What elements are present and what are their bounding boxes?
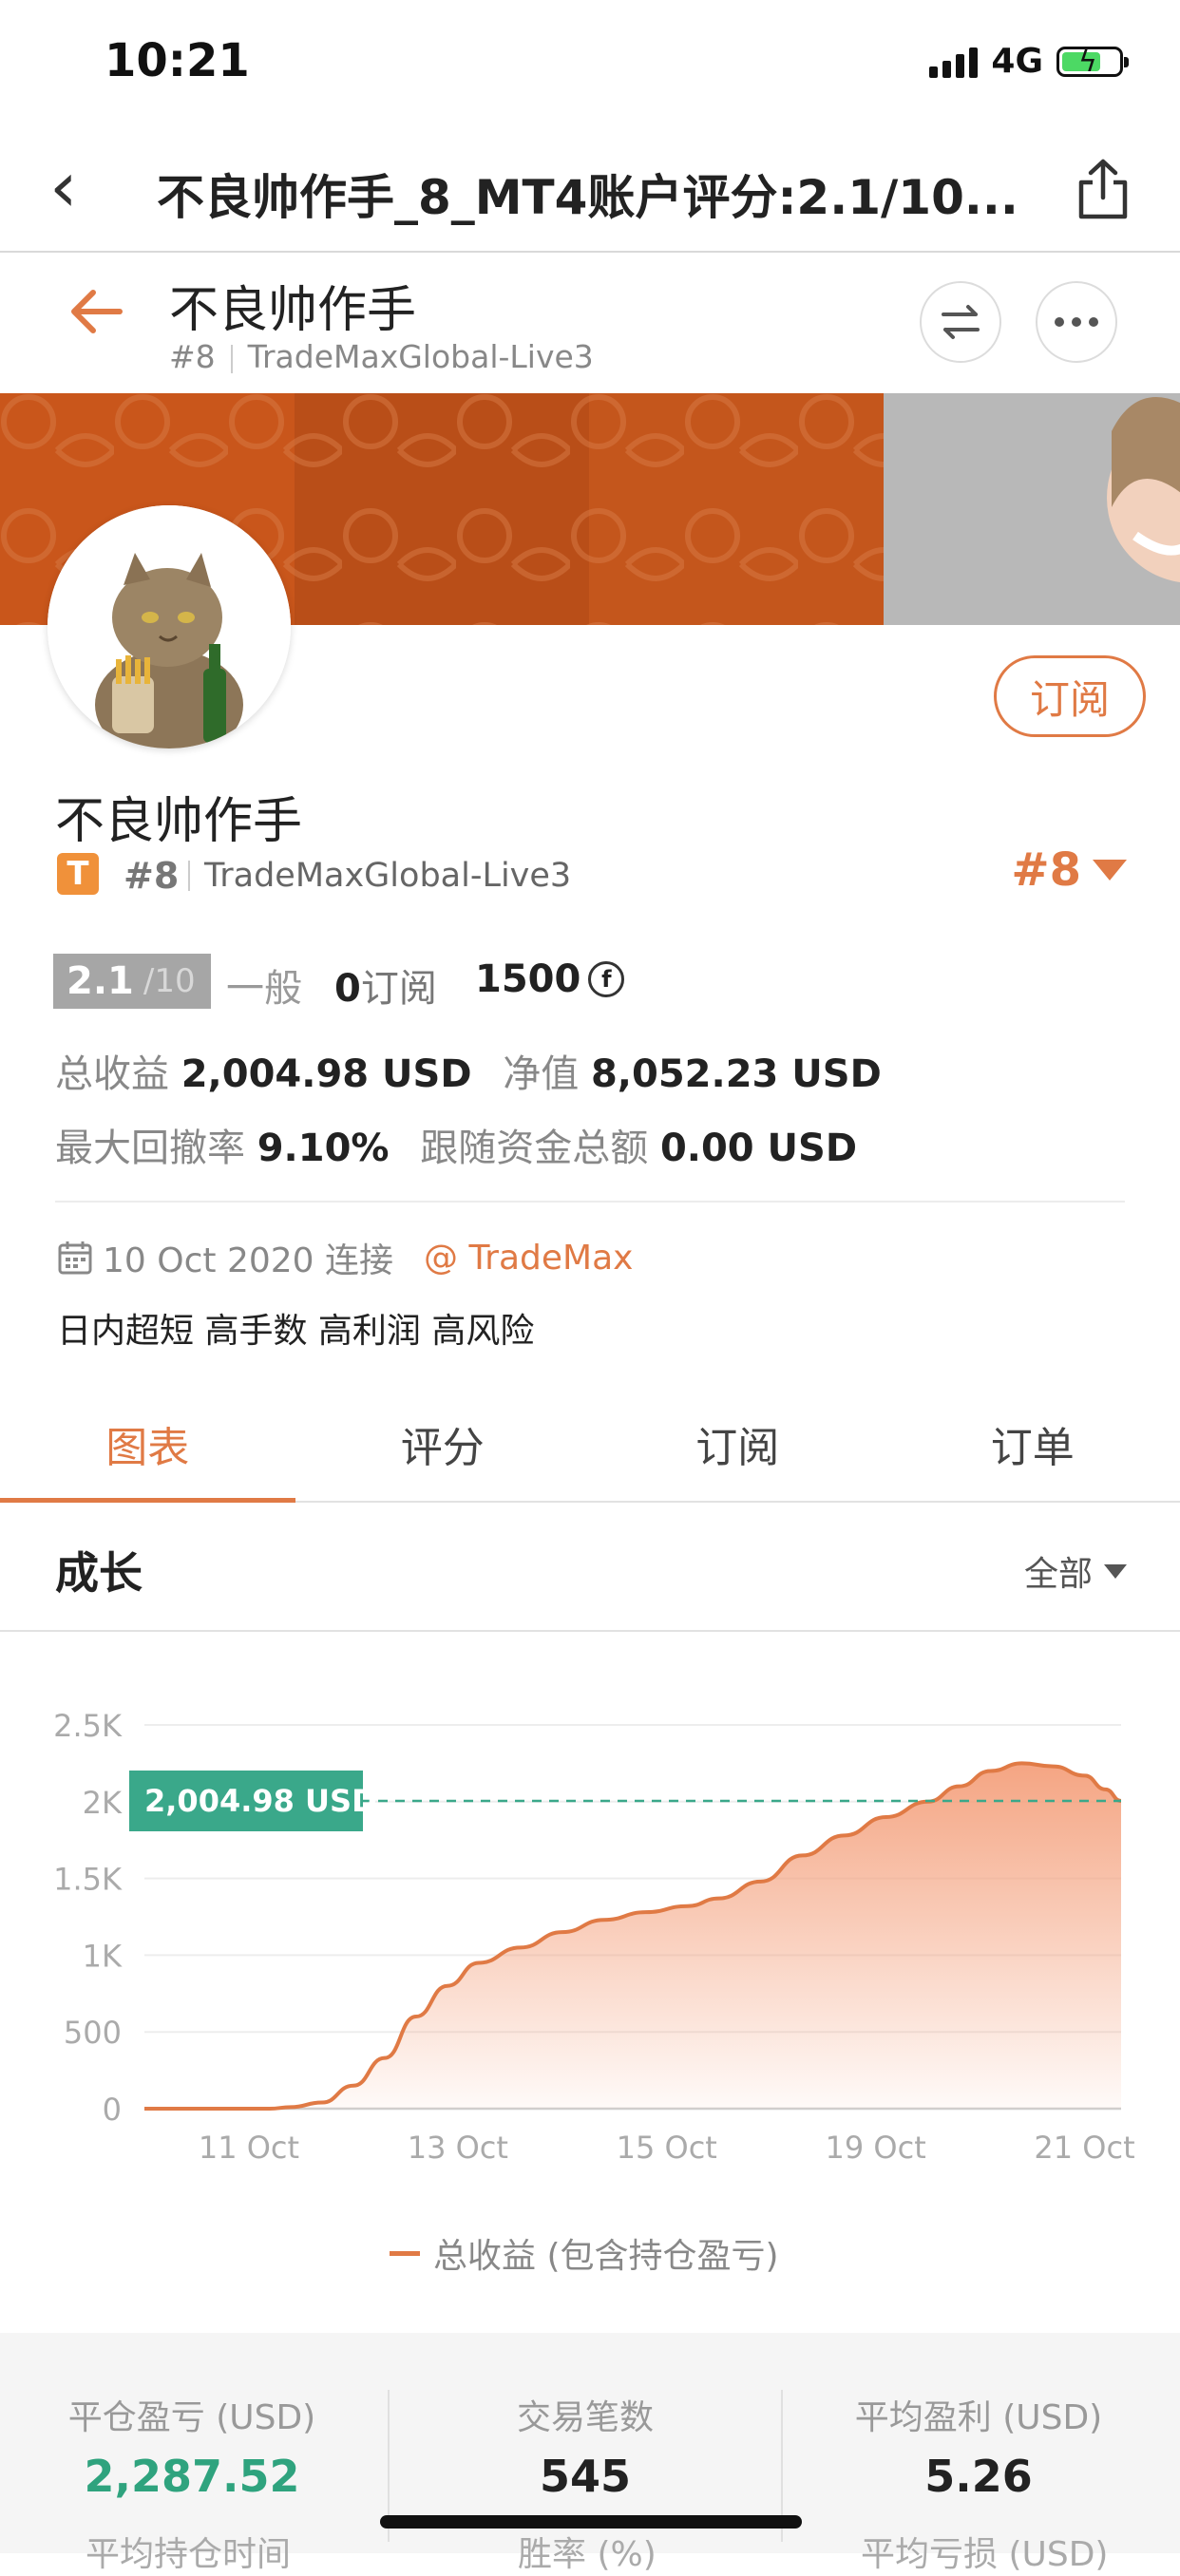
tab-rating[interactable]: 评分 bbox=[295, 1387, 591, 1501]
page-title: 不良帅作手_8_MT4账户评分:2.1/10... bbox=[157, 160, 1031, 228]
network-label: 4G bbox=[991, 42, 1043, 81]
legend-swatch bbox=[390, 2251, 420, 2256]
status-icons: 4G ϟ bbox=[929, 42, 1123, 81]
header-rank: #8 bbox=[169, 338, 216, 375]
stats-row-1: 总收益 2,004.98 USD 净值 8,052.23 USD bbox=[55, 1043, 882, 1098]
total-profit-value: 2,004.98 USD bbox=[181, 1052, 472, 1096]
follow-funds-label: 跟随资金总额 bbox=[420, 1127, 648, 1170]
y-tick-label: 0 bbox=[103, 2092, 122, 2128]
more-icon bbox=[1053, 316, 1100, 328]
divider bbox=[55, 1201, 1125, 1203]
battery-icon: ϟ bbox=[1056, 47, 1123, 77]
stat-label: 平仓盈亏 (USD) bbox=[49, 2390, 334, 2439]
strategy-tags: 日内超短 高手数 高利润 高风险 bbox=[57, 1303, 534, 1353]
growth-title: 成长 bbox=[55, 1539, 143, 1601]
tab-subscribe[interactable]: 订阅 bbox=[590, 1387, 885, 1501]
rank-dropdown[interactable]: #8 bbox=[1011, 843, 1127, 897]
x-tick-label: 13 Oct bbox=[408, 2130, 508, 2166]
stat-winrate-label: 胜率 (%) bbox=[518, 2527, 657, 2576]
more-button[interactable] bbox=[1036, 281, 1117, 363]
range-selector[interactable]: 全部 bbox=[1024, 1546, 1127, 1596]
back-arrow-icon[interactable] bbox=[67, 287, 124, 346]
header-name: 不良帅作手 bbox=[169, 270, 416, 341]
stat-closed-pnl: 平仓盈亏 (USD) 2,287.52 bbox=[49, 2390, 334, 2502]
current-value-label: 2,004.98 USD bbox=[144, 1783, 377, 1819]
x-tick-label: 19 Oct bbox=[826, 2130, 926, 2166]
score-level: 一般 bbox=[226, 957, 302, 1013]
stat-value: 5.26 bbox=[836, 2451, 1121, 2502]
coin-price: 1500f bbox=[475, 957, 624, 1001]
coin-icon: f bbox=[588, 961, 624, 997]
legend-label: 总收益 (包含持仓盈亏) bbox=[433, 2228, 779, 2278]
caret-down-icon bbox=[1093, 860, 1127, 881]
compare-button[interactable] bbox=[920, 281, 1001, 363]
score-badge: 2.1/10 bbox=[53, 954, 211, 1009]
broker-link[interactable]: @ TradeMax bbox=[424, 1239, 633, 1278]
chart-legend: 总收益 (包含持仓盈亏) bbox=[390, 2228, 779, 2278]
stats-row-2: 最大回撤率 9.10% 跟随资金总额 0.00 USD bbox=[55, 1117, 857, 1172]
subscriber-count: 0订阅 bbox=[334, 957, 437, 1013]
profile-rank: #8 bbox=[124, 855, 179, 897]
y-tick-label: 2K bbox=[83, 1785, 123, 1821]
stat-label: 交易笔数 bbox=[443, 2390, 728, 2439]
signal-icon bbox=[929, 46, 978, 78]
header-server: TradeMaxGlobal-Live3 bbox=[248, 338, 594, 375]
connected-date: 10 Oct 2020 连接 bbox=[103, 1233, 393, 1282]
status-time: 10:21 bbox=[105, 34, 250, 87]
rank-separator bbox=[188, 861, 190, 891]
tab-chart[interactable]: 图表 bbox=[0, 1387, 295, 1501]
follow-funds-value: 0.00 USD bbox=[660, 1127, 857, 1170]
equity-value: 8,052.23 USD bbox=[591, 1052, 882, 1096]
max-drawdown-label: 最大回撤率 bbox=[55, 1127, 245, 1170]
x-tick-label: 15 Oct bbox=[617, 2130, 717, 2166]
profile-name: 不良帅作手 bbox=[55, 781, 302, 852]
share-icon[interactable] bbox=[1075, 158, 1131, 224]
subscriber-label: 订阅 bbox=[361, 967, 437, 1011]
subscribe-button[interactable]: 订阅 bbox=[994, 655, 1146, 737]
stat-avg-hold-time-label: 平均持仓时间 bbox=[86, 2527, 291, 2576]
broker-badge: T bbox=[57, 853, 99, 895]
back-chevron-icon[interactable]: ‹ bbox=[49, 152, 78, 222]
coin-amount: 1500 bbox=[475, 957, 580, 1001]
avatar bbox=[48, 505, 291, 748]
stat-label: 平均盈利 (USD) bbox=[836, 2390, 1121, 2439]
rank-dropdown-label: #8 bbox=[1011, 843, 1081, 897]
y-tick-label: 1.5K bbox=[53, 1862, 123, 1898]
total-profit-label: 总收益 bbox=[55, 1052, 169, 1096]
x-tick-label: 11 Oct bbox=[199, 2130, 299, 2166]
equity-label: 净值 bbox=[503, 1052, 579, 1096]
y-tick-label: 1K bbox=[83, 1938, 123, 1974]
score-value: 2.1 bbox=[67, 959, 134, 1003]
home-indicator[interactable] bbox=[380, 2515, 802, 2529]
calendar-icon bbox=[57, 1240, 93, 1276]
tab-bar: 图表 评分 订阅 订单 bbox=[0, 1387, 1180, 1503]
x-tick-label: 21 Oct bbox=[1034, 2130, 1134, 2166]
profile-server: TradeMaxGlobal-Live3 bbox=[204, 857, 571, 895]
stat-value: 2,287.52 bbox=[49, 2451, 334, 2502]
max-drawdown-value: 9.10% bbox=[257, 1127, 390, 1170]
stat-avg-loss-label: 平均亏损 (USD) bbox=[861, 2527, 1108, 2576]
subscriber-number: 0 bbox=[334, 967, 361, 1011]
stat-avg-profit: 平均盈利 (USD) 5.26 bbox=[836, 2390, 1121, 2502]
swap-icon bbox=[940, 303, 981, 341]
stat-trade-count: 交易笔数 545 bbox=[443, 2390, 728, 2502]
browser-nav-bar: ‹ 不良帅作手_8_MT4账户评分:2.1/10... bbox=[0, 123, 1180, 253]
y-tick-label: 500 bbox=[64, 2015, 122, 2051]
caret-down-icon bbox=[1104, 1564, 1127, 1579]
connection-info: 10 Oct 2020 连接 @ TradeMax bbox=[57, 1233, 633, 1282]
tab-orders[interactable]: 订单 bbox=[885, 1387, 1180, 1501]
range-label: 全部 bbox=[1024, 1546, 1093, 1596]
score-max: /10 bbox=[143, 962, 196, 1000]
y-tick-label: 2.5K bbox=[53, 1708, 123, 1744]
header-subtitle: #8 TradeMaxGlobal-Live3 bbox=[169, 338, 594, 375]
stat-value: 545 bbox=[443, 2451, 728, 2502]
